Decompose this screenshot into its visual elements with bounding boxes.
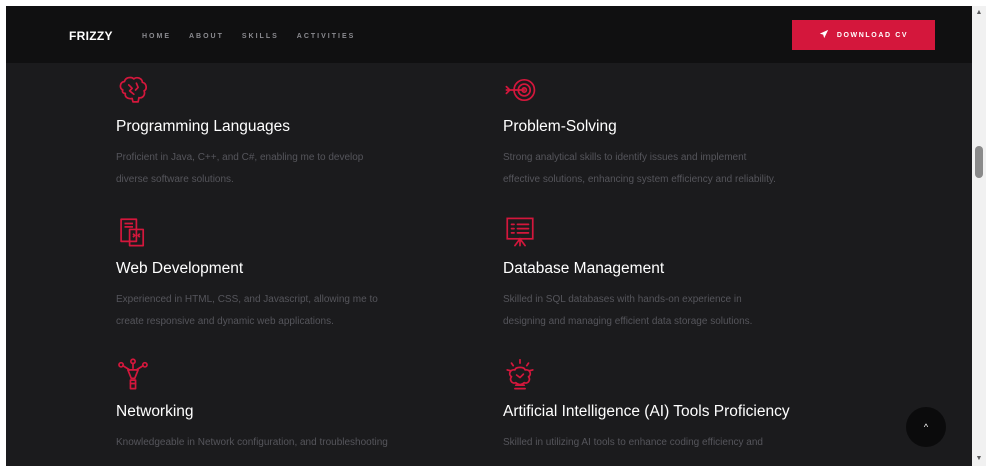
skill-title: Database Management — [503, 260, 665, 277]
code-files-icon — [116, 215, 150, 249]
skill-description-line: Strong analytical skills to identify iss… — [503, 152, 747, 163]
nav-link-skills[interactable]: SKILLS — [242, 33, 279, 40]
skill-card-web-development: Web Development Experienced in HTML, CSS… — [116, 215, 476, 333]
skill-description-line: Skilled in utilizing AI tools to enhance… — [503, 437, 763, 448]
skill-description: Proficient in Java, C++, and C#, enablin… — [116, 147, 456, 191]
skill-description: Experienced in HTML, CSS, and Javascript… — [116, 289, 456, 333]
scroll-down-arrow-icon[interactable]: ▼ — [972, 452, 986, 466]
navbar: FRIZZY HOME ABOUT SKILLS ACTIVITIES DOWN… — [6, 6, 972, 63]
ai-brain-bulb-icon — [503, 358, 537, 392]
skill-description: Skilled in utilizing AI tools to enhance… — [503, 432, 843, 454]
brand-logo[interactable]: FRIZZY — [69, 29, 113, 43]
skill-description-line: Knowledgeable in Network configuration, … — [116, 437, 388, 448]
skill-description-line: create responsive and dynamic web applic… — [116, 316, 334, 327]
skill-card-ai-tools: Artificial Intelligence (AI) Tools Profi… — [503, 358, 883, 454]
skill-description-line: Experienced in HTML, CSS, and Javascript… — [116, 294, 378, 305]
scrollbar-thumb[interactable] — [975, 146, 983, 178]
page-scrollbar[interactable]: ▲ ▼ — [972, 6, 986, 466]
skill-description-line: effective solutions, enhancing system ef… — [503, 174, 776, 185]
network-pen-icon — [116, 358, 150, 392]
nav-link-activities[interactable]: ACTIVITIES — [297, 33, 356, 40]
nav-link-about[interactable]: ABOUT — [189, 33, 224, 40]
skill-title: Artificial Intelligence (AI) Tools Profi… — [503, 403, 790, 420]
skill-title: Networking — [116, 403, 194, 420]
skill-card-problem-solving: Problem-Solving Strong analytical skills… — [503, 73, 863, 191]
nav-link-home[interactable]: HOME — [142, 33, 171, 40]
caret-up-icon: ^ — [923, 422, 929, 432]
skills-section: Programming Languages Proficient in Java… — [6, 63, 972, 466]
download-cv-label: DOWNLOAD CV — [836, 31, 909, 39]
skill-title: Problem-Solving — [503, 118, 617, 135]
scroll-to-top-button[interactable]: ^ — [906, 407, 946, 447]
download-cv-button[interactable]: DOWNLOAD CV — [792, 20, 935, 50]
skill-description-line: designing and managing efficient data st… — [503, 316, 753, 327]
skill-description: Strong analytical skills to identify iss… — [503, 147, 843, 191]
skill-description-line: Skilled in SQL databases with hands-on e… — [503, 294, 742, 305]
skill-card-database: Database Management Skilled in SQL datab… — [503, 215, 863, 333]
scroll-up-arrow-icon[interactable]: ▲ — [972, 6, 986, 20]
skill-title: Programming Languages — [116, 118, 291, 135]
skill-card-programming: Programming Languages Proficient in Java… — [116, 73, 476, 191]
browser-window: FRIZZY HOME ABOUT SKILLS ACTIVITIES DOWN… — [0, 0, 986, 466]
skill-description: Knowledgeable in Network configuration, … — [116, 432, 456, 454]
presentation-board-icon — [503, 215, 537, 249]
brain-icon — [116, 73, 150, 107]
skill-description-line: Proficient in Java, C++, and C#, enablin… — [116, 152, 364, 163]
nav-links: HOME ABOUT SKILLS ACTIVITIES — [142, 33, 355, 40]
skill-description-line: diverse software solutions. — [116, 174, 234, 185]
skill-card-networking: Networking Knowledgeable in Network conf… — [116, 358, 476, 454]
skill-description: Skilled in SQL databases with hands-on e… — [503, 289, 843, 333]
skill-title: Web Development — [116, 260, 244, 277]
paper-plane-icon — [819, 29, 829, 41]
target-icon — [503, 73, 537, 107]
